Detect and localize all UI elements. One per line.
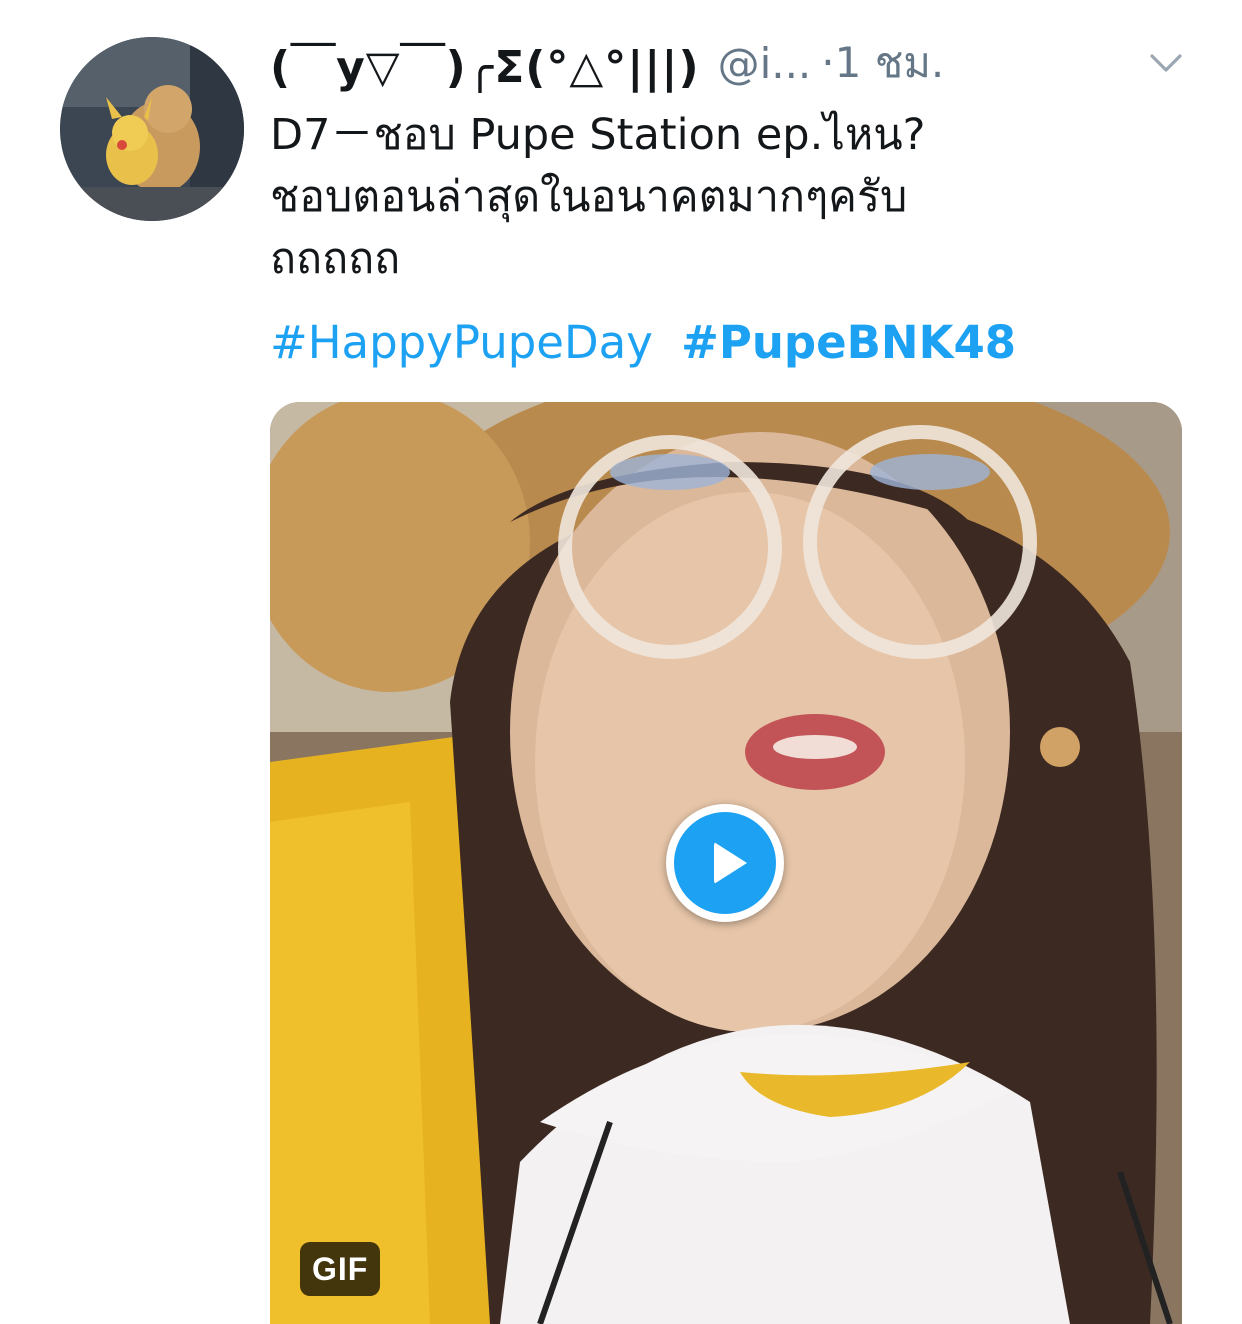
chevron-down-icon[interactable]	[1146, 46, 1186, 80]
hashtag-link[interactable]: #PupeBNK48	[681, 316, 1016, 369]
avatar[interactable]	[60, 37, 244, 221]
gif-media[interactable]: GIF	[270, 402, 1182, 1324]
gif-badge: GIF	[300, 1242, 381, 1296]
tweet-card[interactable]: (￣y▽￣)╭Σ(°△°|||) @i... ·1 ชม. D7－ชอบ Pup…	[0, 0, 1242, 1324]
display-name[interactable]: (￣y▽￣)╭Σ(°△°|||)	[270, 31, 700, 95]
play-icon	[674, 812, 776, 914]
hashtag-link[interactable]: #HappyPupeDay	[270, 316, 653, 369]
hashtags: #HappyPupeDay #PupeBNK48	[270, 312, 1016, 374]
tweet-text-line: D7－ชอบ Pupe Station ep.ไหน?	[270, 110, 926, 160]
tweet-header: (￣y▽￣)╭Σ(°△°|||) @i... ·1 ชม.	[270, 28, 1200, 98]
tweet-text-line: ถถถถถ	[270, 234, 401, 284]
tweet-text-line: ชอบตอนล่าสุดในอนาคตมากๆครับ	[270, 172, 908, 222]
timestamp[interactable]: ·1 ชม.	[821, 30, 944, 96]
tweet-text: D7－ชอบ Pupe Station ep.ไหน? ชอบตอนล่าสุด…	[270, 104, 1170, 290]
play-button[interactable]	[666, 804, 784, 922]
user-handle[interactable]: @i...	[718, 39, 812, 88]
